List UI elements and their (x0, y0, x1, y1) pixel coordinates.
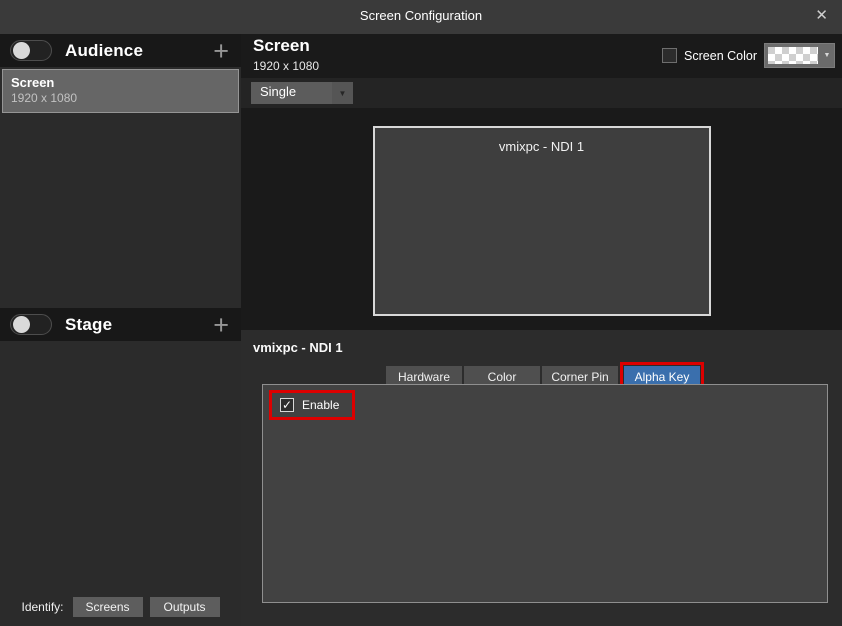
enable-label: Enable (302, 398, 339, 412)
enable-checkbox[interactable]: ✓ (280, 398, 294, 412)
layout-select-value: Single (251, 82, 332, 104)
add-stage-screen-icon[interactable]: + (213, 313, 229, 337)
main-area: Screen 1920 x 1080 Screen Color ▼ Single… (241, 34, 842, 626)
audience-label: Audience (65, 41, 143, 61)
screen-color-checkbox[interactable] (662, 48, 677, 63)
chevron-down-icon: ▼ (332, 82, 353, 104)
main-header: Screen 1920 x 1080 Screen Color ▼ (241, 34, 842, 78)
input-title: vmixpc - NDI 1 (253, 340, 343, 355)
sidebar: Audience + Screen 1920 x 1080 Stage + Id… (0, 34, 241, 626)
audience-section-header: Audience + (0, 34, 241, 67)
identify-outputs-button[interactable]: Outputs (150, 597, 220, 617)
stage-screen-list (0, 341, 241, 592)
screen-item-title: Screen (11, 75, 230, 90)
toggle-knob (13, 316, 30, 333)
chevron-down-icon: ▼ (820, 44, 834, 67)
transparency-swatch (768, 47, 818, 64)
annotation-highlight-enable: ✓ Enable (269, 390, 355, 420)
screen-resolution: 1920 x 1080 (253, 59, 319, 73)
close-icon[interactable]: ✕ (815, 7, 828, 25)
screen-list-item[interactable]: Screen 1920 x 1080 (2, 69, 239, 113)
screen-item-resolution: 1920 x 1080 (11, 91, 230, 105)
toggle-knob (13, 42, 30, 59)
window-title: Screen Configuration (0, 8, 842, 23)
stage-section-header: Stage + (0, 308, 241, 341)
preview-input-label: vmixpc - NDI 1 (375, 128, 709, 154)
alpha-key-panel: ✓ Enable (262, 384, 828, 603)
screen-color-label: Screen Color (684, 49, 757, 63)
layout-row: Single ▼ (241, 78, 842, 108)
screen-configuration-window: Screen Configuration ✕ Audience + Screen… (0, 0, 842, 626)
titlebar: Screen Configuration ✕ (0, 0, 842, 34)
check-icon: ✓ (282, 399, 292, 411)
screen-preview[interactable]: vmixpc - NDI 1 (373, 126, 711, 316)
audience-screen-list: Screen 1920 x 1080 (0, 67, 241, 308)
layout-select[interactable]: Single ▼ (251, 82, 353, 104)
identify-label: Identify: (21, 600, 63, 614)
screen-color-dropdown[interactable]: ▼ (764, 43, 835, 68)
screen-title: Screen (253, 36, 310, 56)
screen-color-control: Screen Color ▼ (662, 43, 835, 68)
audience-toggle[interactable] (10, 40, 52, 61)
identify-screens-button[interactable]: Screens (73, 597, 143, 617)
stage-label: Stage (65, 315, 112, 335)
stage-toggle[interactable] (10, 314, 52, 335)
add-audience-screen-icon[interactable]: + (213, 39, 229, 63)
input-config-section: vmixpc - NDI 1 Hardware Color Corner Pin… (241, 330, 842, 626)
identify-row: Identify: Screens Outputs (0, 592, 241, 626)
